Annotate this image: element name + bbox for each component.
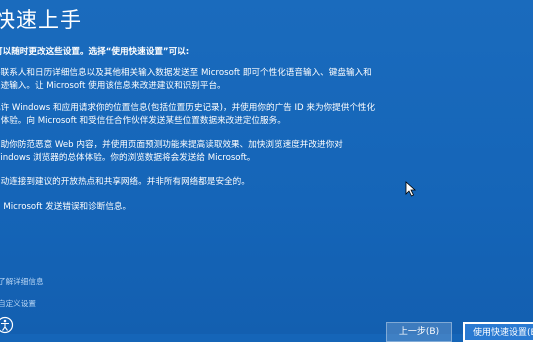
paragraph-line: 帮助你防范恶意 Web 内容，并使用页面预测功能来提高读取效果、加快浏览速度并改…	[0, 140, 343, 150]
ease-of-access-icon[interactable]	[0, 316, 14, 334]
oobe-screen: 快速上手 可以随时更改这些设置。选择“使用快速设置”可以: 将联系人和日历详细信…	[0, 0, 533, 342]
paragraph-line: 向 Microsoft 发送错误和诊断信息。	[0, 202, 132, 212]
back-button[interactable]: 上一步(B)	[386, 322, 452, 342]
paragraph-line: 允许 Windows 和应用请求你的位置信息(包括位置历史记录)，并使用你的广告…	[0, 103, 376, 113]
paragraph-browser: 帮助你防范恶意 Web 内容，并使用页面预测功能来提高读取效果、加快浏览速度并改…	[0, 139, 422, 164]
paragraph-diagnostics: 向 Microsoft 发送错误和诊断信息。	[0, 201, 422, 214]
paragraph-location: 允许 Windows 和应用请求你的位置信息(包括位置历史记录)，并使用你的广告…	[0, 102, 422, 127]
paragraph-speech-input: 将联系人和日历详细信息以及其他相关输入数据发送至 Microsoft 即可个性化…	[0, 67, 422, 92]
paragraph-line: 的体验。向 Microsoft 和受信任合作伙伴发送某些位置数据来改进定位服务。	[0, 115, 286, 126]
paragraph-hotspots: 自动连接到建议的开放热点和共享网络。并非所有网络都是安全的。	[0, 176, 422, 189]
paragraph-line: 自动连接到建议的开放热点和共享网络。并非所有网络都是安全的。	[0, 177, 250, 187]
use-express-settings-button[interactable]: 使用快速设置(E)	[463, 322, 533, 342]
customize-settings-link[interactable]: 自定义设置	[0, 298, 36, 309]
page-title: 快速上手	[0, 8, 82, 32]
learn-more-link[interactable]: 了解详细信息	[0, 276, 44, 287]
paragraph-line: Windows 浏览器的总体体验。你的浏览数据将会发送给 Microsoft。	[0, 152, 256, 163]
mouse-cursor-icon	[405, 181, 417, 197]
intro-text: 可以随时更改这些设置。选择“使用快速设置”可以:	[0, 47, 190, 57]
paragraph-line: 墨迹输入。让 Microsoft 使用该信息来改进建议和识别平台。	[0, 80, 226, 91]
paragraph-line: 将联系人和日历详细信息以及其他相关输入数据发送至 Microsoft 即可个性化…	[0, 68, 372, 78]
